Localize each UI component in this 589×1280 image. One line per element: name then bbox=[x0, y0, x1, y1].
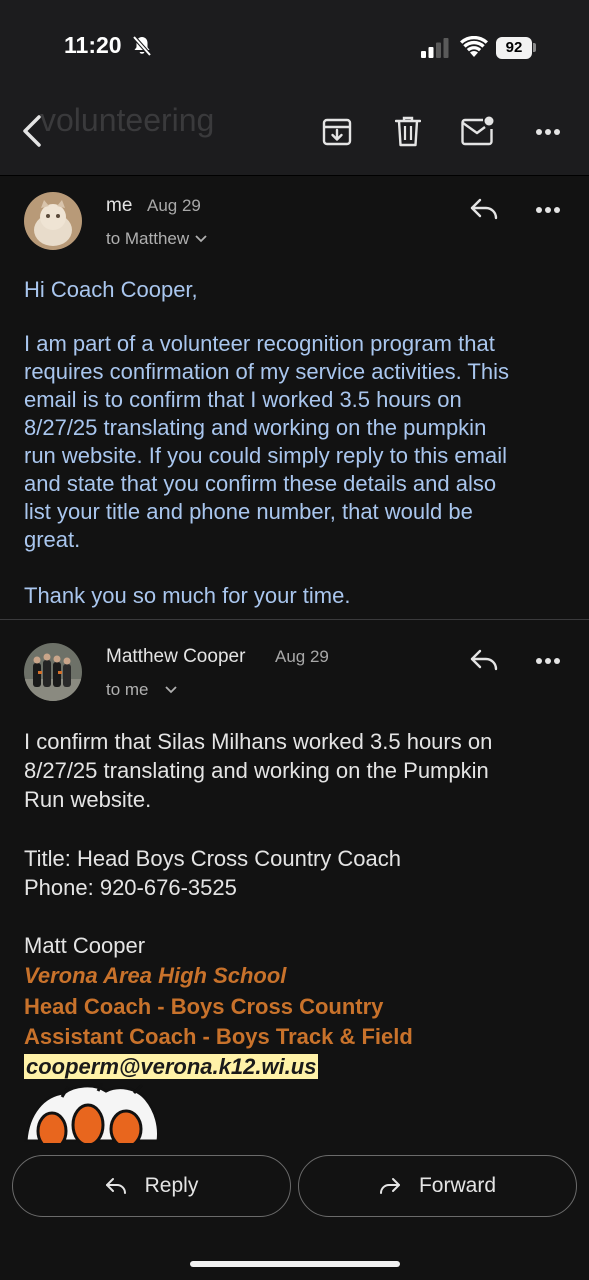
silent-bell-icon bbox=[132, 35, 152, 57]
message-greeting: Hi Coach Cooper, bbox=[24, 277, 198, 302]
reply-arrow-icon bbox=[105, 1178, 126, 1194]
reply-label: Reply bbox=[144, 1174, 199, 1197]
sender-name: me bbox=[106, 195, 133, 216]
thread-title: volunteering bbox=[40, 102, 215, 138]
avatar[interactable] bbox=[24, 192, 82, 250]
recipients-toggle[interactable]: to me bbox=[106, 680, 177, 700]
message-more-icon[interactable] bbox=[535, 657, 561, 665]
body-line: I confirm that Silas Milhans worked 3.5 … bbox=[24, 729, 493, 754]
reply-icon[interactable] bbox=[469, 197, 499, 221]
body-line: and state that you confirm these details… bbox=[24, 471, 497, 496]
forward-button[interactable]: Forward bbox=[298, 1155, 577, 1217]
paw-logo-icon bbox=[24, 1083, 160, 1143]
back-icon[interactable] bbox=[20, 114, 46, 148]
mark-unread-icon[interactable] bbox=[461, 116, 495, 146]
archive-icon[interactable] bbox=[322, 117, 352, 147]
recipients-line: to Matthew bbox=[106, 229, 190, 248]
body-line: I am part of a volunteer recognition pro… bbox=[24, 331, 495, 356]
recipients-toggle[interactable]: to Matthew bbox=[106, 229, 207, 249]
message-divider bbox=[0, 619, 589, 620]
cellular-signal-icon bbox=[421, 38, 449, 58]
signature-role: Head Coach - Boys Cross Country bbox=[24, 994, 384, 1019]
status-time: 11:20 bbox=[64, 32, 122, 58]
recipients-line: to me bbox=[106, 680, 149, 699]
contact-details: Title: Head Boys Cross Country Coach Pho… bbox=[24, 844, 584, 902]
message-more-icon[interactable] bbox=[535, 206, 561, 214]
reply-icon[interactable] bbox=[469, 648, 499, 672]
body-line: 8/27/25 translating and working on the p… bbox=[24, 415, 487, 440]
battery-cap bbox=[533, 43, 536, 52]
chevron-down-icon bbox=[195, 235, 207, 243]
body-line: 8/27/25 translating and working on the P… bbox=[24, 758, 489, 783]
message-body: I am part of a volunteer recognition pro… bbox=[24, 330, 584, 554]
phone-line: Phone: 920-676-3525 bbox=[24, 875, 237, 900]
signature-school: Verona Area High School bbox=[24, 963, 287, 988]
reply-button[interactable]: Reply bbox=[12, 1155, 291, 1217]
battery-indicator: 92 bbox=[496, 37, 532, 59]
forward-arrow-icon bbox=[379, 1178, 400, 1194]
body-line: requires confirmation of my service acti… bbox=[24, 359, 509, 384]
avatar[interactable] bbox=[24, 643, 82, 701]
chevron-down-icon bbox=[164, 686, 177, 694]
wifi-icon bbox=[460, 36, 488, 57]
signature-email: cooperm@verona.k12.wi.us bbox=[24, 1054, 319, 1079]
forward-label: Forward bbox=[418, 1174, 497, 1197]
message-date: Aug 29 bbox=[147, 196, 201, 215]
sender-name: Matthew Cooper bbox=[106, 646, 246, 667]
trash-icon[interactable] bbox=[395, 116, 421, 147]
home-indicator[interactable] bbox=[190, 1261, 400, 1267]
body-line: email is to confirm that I worked 3.5 ho… bbox=[24, 387, 462, 412]
body-line: list your title and phone number, that w… bbox=[24, 499, 473, 524]
signature-role: Assistant Coach - Boys Track & Field bbox=[24, 1024, 413, 1049]
more-icon[interactable] bbox=[535, 128, 561, 136]
body-line: Run website. bbox=[24, 787, 152, 812]
message-closing: Thank you so much for your time. bbox=[24, 583, 351, 608]
body-line: run website. If you could simply reply t… bbox=[24, 443, 507, 468]
signature-email-link[interactable]: cooperm@verona.k12.wi.us bbox=[24, 1053, 319, 1081]
message-date: Aug 29 bbox=[275, 647, 329, 666]
signature-name: Matt Cooper bbox=[24, 933, 146, 958]
message-body: I confirm that Silas Milhans worked 3.5 … bbox=[24, 727, 584, 814]
title-line: Title: Head Boys Cross Country Coach bbox=[24, 846, 401, 871]
body-line: great. bbox=[24, 527, 81, 552]
